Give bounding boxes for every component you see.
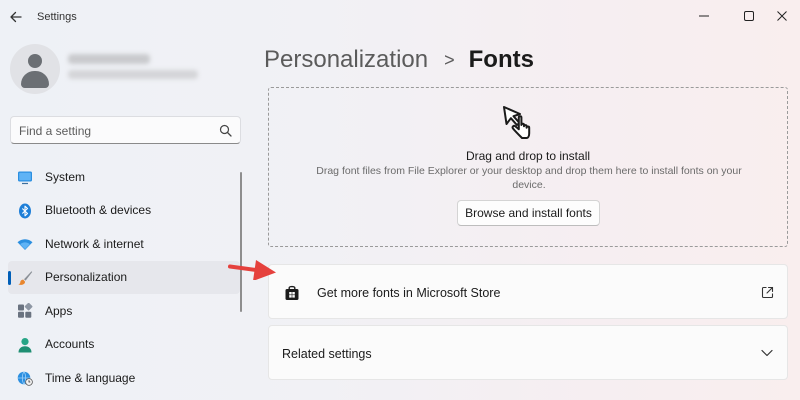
minimize-button[interactable] [693,5,715,27]
page-title: Fonts [468,46,534,73]
sidebar-item-time-language[interactable]: Time & language [8,361,240,395]
sidebar-item-label: Accounts [45,337,95,352]
sidebar-item-label: Time & language [45,370,136,385]
store-link-label: Get more fonts in Microsoft Store [317,286,501,300]
user-profile[interactable] [10,44,250,94]
minimize-icon [699,15,709,17]
paintbrush-icon [18,270,33,285]
sidebar-scrollbar[interactable] [240,172,242,312]
breadcrumb-parent[interactable]: Personalization [264,46,428,74]
search-box [10,116,241,144]
sidebar-nav: System Bluetooth & devices Network & int… [8,160,240,395]
apps-icon [18,303,33,318]
title-bar: Settings [0,0,800,34]
drop-zone-title: Drag and drop to install [465,149,591,163]
breadcrumb: Personalization > Fonts [264,45,534,75]
blurred-user-email [68,70,198,79]
sidebar-item-label: System [45,169,86,184]
breadcrumb-separator: > [444,49,455,70]
search-input[interactable] [19,123,209,139]
related-settings-label: Related settings [282,347,372,361]
sidebar-item-personalization[interactable]: Personalization [8,260,240,294]
sidebar-item-apps[interactable]: Apps [8,294,240,328]
app-title: Settings [37,11,77,23]
sidebar-item-bluetooth[interactable]: Bluetooth & devices [8,194,240,228]
font-drop-zone[interactable]: Drag and drop to install Drag font files… [268,87,788,247]
avatar [10,44,60,94]
sidebar-item-accounts[interactable]: Accounts [8,328,240,362]
selection-indicator [8,270,11,285]
globe-clock-icon [17,371,33,386]
chevron-down-icon [761,349,773,357]
sidebar-item-label: Personalization [45,270,128,285]
close-button[interactable] [771,5,793,27]
maximize-button[interactable] [738,5,760,27]
sidebar-item-label: Network & internet [45,236,144,251]
wifi-icon [17,239,33,250]
related-settings-expander[interactable]: Related settings [268,325,788,380]
browse-install-fonts-button[interactable]: Browse and install fonts [457,200,600,226]
drag-drop-hand-icon [503,106,531,139]
blurred-user-name [68,54,150,64]
monitor-icon [18,171,32,185]
bluetooth-icon [19,203,31,218]
sidebar-item-system[interactable]: System [8,160,240,194]
sidebar-item-network[interactable]: Network & internet [8,227,240,261]
open-external-icon [761,286,774,299]
search-icon[interactable] [219,124,232,137]
maximize-icon [744,11,754,21]
microsoft-store-icon [285,285,299,300]
close-icon [777,11,787,21]
sidebar-item-label: Bluetooth & devices [45,203,152,218]
microsoft-store-link-card[interactable]: Get more fonts in Microsoft Store [268,264,788,319]
drop-zone-description: Drag font files from File Explorer or yo… [316,165,742,191]
back-arrow-icon[interactable] [8,9,24,25]
annotation-arrow-icon [228,260,276,280]
accounts-icon [18,337,32,352]
sidebar-item-label: Apps [45,303,73,318]
